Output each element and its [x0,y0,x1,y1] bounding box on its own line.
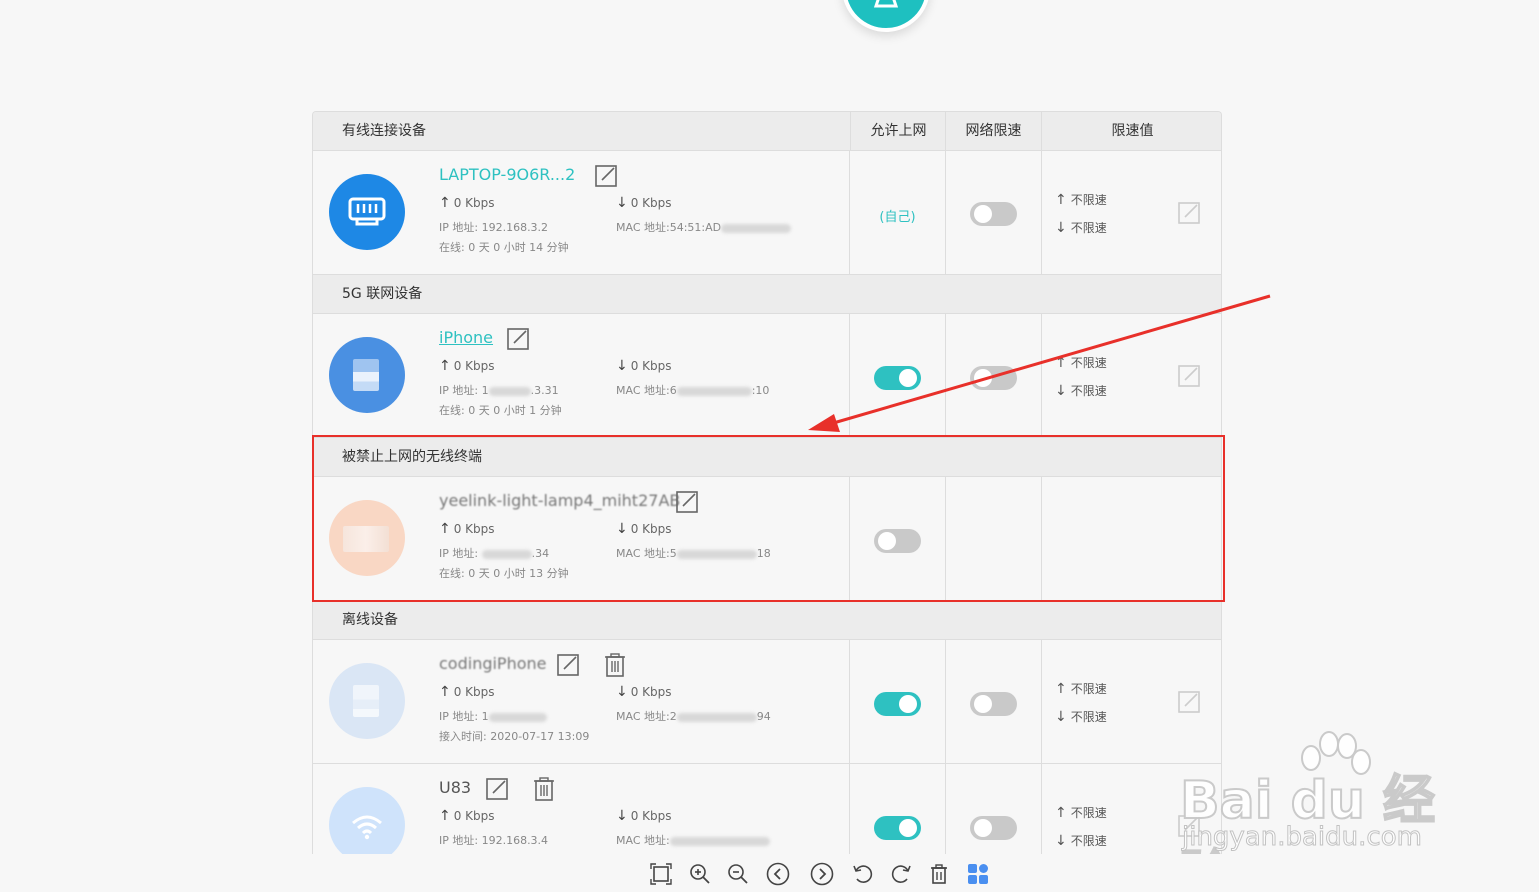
edit-limit-icon[interactable] [1178,202,1200,224]
table-row: U83 ↑ 0 Kbps ↓ 0 Kbps IP 地址: 192.168.3.4 M… [313,764,1221,854]
table-row: yeelink-light-lamp4_miht27AB ↑ 0 Kbps ↓ 0 … [313,477,1221,601]
device-table: 有线连接设备 允许上网 网络限速 限速值 LAPTOP-9O6R...2 ↑ 0 … [312,111,1222,854]
online-duration: 在线: 0 天 0 小时 1 分钟 [439,404,562,417]
device-name[interactable]: yeelink-light-lamp4_miht27AB [439,491,680,510]
allow-internet-toggle[interactable] [874,529,921,553]
mac-address: MAC 地址:5 18 [616,547,771,560]
device-name[interactable]: U83 [439,778,471,797]
limit-up: ↑ 不限速 [1055,192,1107,208]
device-avatar [329,337,405,413]
limit-up: ↑ 不限速 [1055,681,1107,697]
download-rate: ↓ 0 Kbps [616,521,672,537]
fit-screen-icon[interactable] [649,862,673,886]
edit-icon[interactable] [507,328,529,350]
download-rate: ↓ 0 Kbps [616,808,672,824]
edit-limit-icon[interactable] [1178,815,1200,837]
edit-icon[interactable] [486,778,508,800]
device-avatar [329,787,405,854]
limit-down: ↓ 不限速 [1055,833,1107,849]
download-rate: ↓ 0 Kbps [616,358,672,374]
edit-icon[interactable] [595,165,617,187]
section-blocked: 被禁止上网的无线终端 [313,438,1221,477]
next-icon[interactable] [810,862,834,886]
device-name-link[interactable]: LAPTOP-9O6R...2 [439,165,575,184]
delete-icon[interactable] [533,777,555,801]
upload-rate: ↑ 0 Kbps [439,684,495,700]
allow-internet-toggle[interactable] [874,366,921,390]
zoom-out-icon[interactable] [726,862,750,886]
wifi-icon [352,815,382,840]
section-title: 被禁止上网的无线终端 [342,449,482,465]
allow-internet-toggle[interactable] [874,692,921,716]
speed-limit-toggle[interactable] [970,816,1017,840]
table-row: iPhone ↑ 0 Kbps ↓ 0 Kbps IP 地址: 1.3.31 MAC… [313,314,1221,438]
online-duration: 在线: 0 天 0 小时 14 分钟 [439,241,569,254]
section-title: 5G 联网设备 [342,286,423,302]
limit-down: ↓ 不限速 [1055,709,1107,725]
delete-image-icon[interactable] [927,862,951,886]
speed-limit-toggle[interactable] [970,692,1017,716]
previous-icon[interactable] [766,862,790,886]
paw-icon [1301,731,1371,775]
upload-rate: ↑ 0 Kbps [439,808,495,824]
ip-address: IP 地址: 192.168.3.4 [439,834,549,847]
device-avatar [329,500,405,576]
mac-address: MAC 地址: [616,832,770,848]
upload-rate: ↑ 0 Kbps [439,358,495,374]
limit-up: ↑ 不限速 [1055,805,1107,821]
gallery-grid-icon[interactable] [966,862,990,886]
router-icon [873,0,899,8]
speed-limit-toggle[interactable] [970,366,1017,390]
rotate-left-icon[interactable] [851,862,875,886]
rotate-right-icon[interactable] [889,862,913,886]
download-rate: ↓ 0 Kbps [616,684,672,700]
edit-limit-icon[interactable] [1178,365,1200,387]
limit-up: ↑ 不限速 [1055,355,1107,371]
table-header: 有线连接设备 允许上网 网络限速 限速值 [313,112,1221,151]
ip-address: IP 地址: .34 [439,547,550,560]
section-title: 离线设备 [342,612,398,628]
ip-address: IP 地址: 192.168.3.2 [439,221,549,234]
edit-icon[interactable] [557,654,579,676]
ethernet-port-icon [348,197,386,226]
header-speed-limit: 网络限速 [945,112,1041,151]
limit-down: ↓ 不限速 [1055,383,1107,399]
mac-address: MAC 地址:6:10 [616,384,770,397]
header-device-label: 有线连接设备 [342,123,426,139]
zoom-in-icon[interactable] [688,862,712,886]
viewer-toolbar [0,854,1539,892]
download-rate: ↓ 0 Kbps [616,195,672,211]
section-5g: 5G 联网设备 [313,275,1221,314]
mac-address: MAC 地址:2 94 [616,710,771,723]
edit-icon[interactable] [676,491,698,513]
device-avatar [329,663,405,739]
baidu-watermark: Bai du 经验 jingyan.baidu.com [1179,730,1470,892]
limit-down: ↓ 不限速 [1055,220,1107,236]
ip-address: IP 地址: 1 [439,708,547,724]
upload-rate: ↑ 0 Kbps [439,521,495,537]
mac-address: MAC 地址:54:51:AD [616,219,792,235]
table-row: LAPTOP-9O6R...2 ↑ 0 Kbps ↓ 0 Kbps IP 地址: 1… [313,151,1221,275]
table-row: codingiPhone ↑ 0 Kbps ↓ 0 Kbps IP 地址: 1 MA… [313,640,1221,764]
device-name[interactable]: codingiPhone [439,654,547,673]
section-offline: 离线设备 [313,601,1221,640]
header-allow-internet: 允许上网 [850,112,946,151]
allow-self-label: (自己) [879,210,916,225]
device-name-link[interactable]: iPhone [439,328,493,347]
top-status-circle [842,0,930,32]
ethernet-avatar [329,174,405,250]
edit-limit-icon[interactable] [1178,691,1200,713]
connect-time: 接入时间: 2020-07-17 13:09 [439,730,590,743]
delete-icon[interactable] [604,653,626,677]
upload-rate: ↑ 0 Kbps [439,195,495,211]
online-duration: 在线: 0 天 0 小时 13 分钟 [439,567,569,580]
speed-limit-toggle[interactable] [970,202,1017,226]
allow-internet-toggle[interactable] [874,816,921,840]
ip-address: IP 地址: 1.3.31 [439,384,559,397]
header-limit-value: 限速值 [1041,112,1221,151]
